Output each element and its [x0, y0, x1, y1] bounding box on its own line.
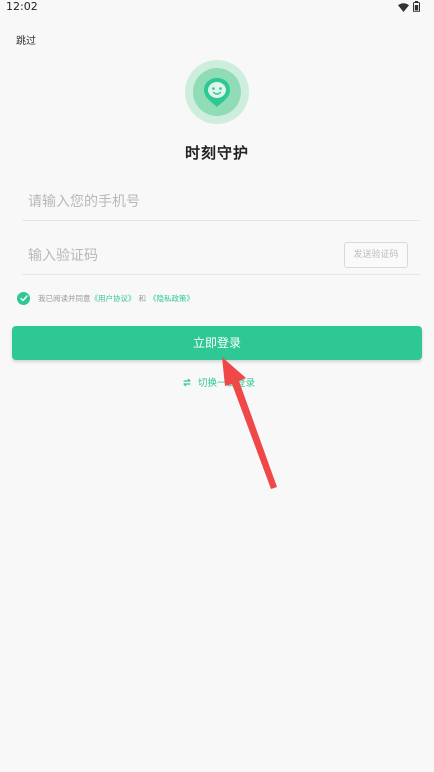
status-icons [398, 1, 420, 15]
code-input[interactable] [26, 242, 330, 270]
app-title: 时刻守护 [184, 144, 249, 162]
switch-login-label: 切换一键登录 [198, 378, 256, 389]
switch-login-button[interactable]: 切换一键登录 [182, 375, 255, 389]
switch-icon [183, 378, 191, 386]
check-icon [19, 295, 28, 302]
code-field: 发送验证码 [22, 238, 420, 275]
send-code-button[interactable]: 发送验证码 [344, 242, 408, 268]
agreement-conjunction: 和 [138, 294, 147, 303]
app-logo [185, 60, 249, 124]
battery-icon [413, 1, 420, 15]
agreement-prefix: 我已阅读并同意 [38, 294, 91, 303]
wifi-icon [398, 2, 409, 15]
phone-field [22, 184, 420, 221]
status-time: 12:02 [6, 0, 38, 13]
smiley-pin-icon [204, 78, 230, 107]
phone-input[interactable] [26, 188, 330, 216]
agreement-checkbox[interactable] [17, 292, 30, 305]
status-bar: 12:02 [0, 0, 434, 14]
agreement-row: 我已阅读并同意 《用户协议》 和 《隐私政策》 [17, 292, 194, 305]
user-agreement-link[interactable]: 《用户协议》 [91, 293, 136, 304]
logo-ring [193, 68, 241, 116]
privacy-policy-link[interactable]: 《隐私政策》 [149, 293, 194, 304]
skip-button[interactable]: 跳过 [16, 32, 36, 47]
login-button[interactable]: 立即登录 [12, 326, 422, 360]
